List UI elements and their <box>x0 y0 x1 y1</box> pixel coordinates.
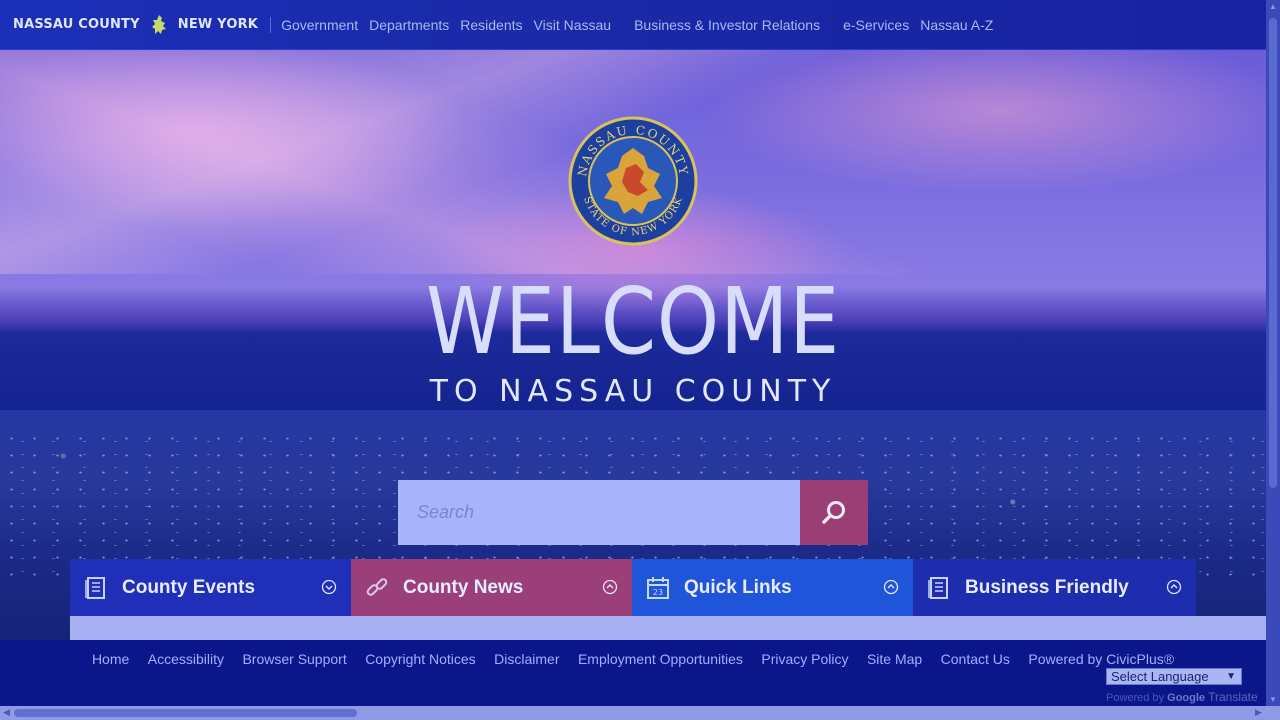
tile-label: County News <box>403 576 524 598</box>
google-logo-text: Google <box>1167 692 1206 704</box>
calendar-icon: 23 <box>646 576 670 600</box>
tile-county-events[interactable]: County Events <box>70 559 351 616</box>
county-seal-icon: NASSAU COUNTY STATE OF NEW YORK <box>568 116 698 246</box>
scrollbar-corner <box>1266 706 1280 720</box>
nav-business-investor-relations[interactable]: Business & Investor Relations <box>634 17 820 33</box>
footer-link-browser-support[interactable]: Browser Support <box>242 651 346 667</box>
language-select[interactable]: Select Language ▼ <box>1106 668 1242 685</box>
chevron-up-icon[interactable] <box>883 579 899 595</box>
nav-visit-nassau[interactable]: Visit Nassau <box>534 17 612 33</box>
footer-link-privacy-policy[interactable]: Privacy Policy <box>761 651 848 667</box>
google-translate-attribution: Powered by Google Translate <box>1106 690 1258 704</box>
site-header: NASSAU COUNTY NEW YORK Government Depart… <box>0 0 1266 50</box>
lion-logo-icon <box>148 14 170 36</box>
dropdown-arrow-icon: ▼ <box>1226 671 1236 682</box>
vertical-scroll-thumb[interactable] <box>1269 18 1277 488</box>
link-icon <box>365 576 389 600</box>
chevron-up-icon[interactable] <box>602 579 618 595</box>
header-divider <box>270 16 272 33</box>
site-footer: Home Accessibility Browser Support Copyr… <box>0 640 1266 706</box>
nav-government[interactable]: Government <box>281 17 358 33</box>
footer-link-copyright-notices[interactable]: Copyright Notices <box>365 651 476 667</box>
footer-link-employment-opportunities[interactable]: Employment Opportunities <box>578 651 743 667</box>
footer-link-disclaimer[interactable]: Disclaimer <box>494 651 559 667</box>
feature-tiles: County Events County News 23 Quick Links… <box>70 559 1266 616</box>
welcome-heading: WELCOME <box>425 268 841 375</box>
main-nav: Government Departments Residents Visit N… <box>281 0 1004 49</box>
tile-label: Quick Links <box>684 576 792 598</box>
scroll-down-arrow-icon[interactable]: ▼ <box>1269 695 1277 704</box>
vertical-scrollbar[interactable]: ▲ ▼ <box>1266 0 1280 706</box>
nav-departments[interactable]: Departments <box>369 17 449 33</box>
horizontal-scrollbar[interactable]: ◀ ▶ <box>0 706 1280 720</box>
scroll-right-arrow-icon[interactable]: ▶ <box>1255 707 1262 718</box>
footer-link-home[interactable]: Home <box>92 651 129 667</box>
footer-nav: Home Accessibility Browser Support Copyr… <box>0 651 1266 669</box>
brand-state-text: NEW YORK <box>177 17 259 32</box>
footer-link-civicplus[interactable]: Powered by CivicPlus® <box>1028 651 1174 667</box>
search-button[interactable] <box>800 480 868 545</box>
svg-text:23: 23 <box>653 588 663 597</box>
language-select-value: Select Language <box>1111 669 1209 684</box>
search-icon <box>822 500 845 524</box>
welcome-subheading: TO NASSAU COUNTY <box>429 374 837 409</box>
tile-business-friendly[interactable]: Business Friendly <box>913 559 1196 616</box>
document-icon <box>84 576 108 600</box>
scroll-left-arrow-icon[interactable]: ◀ <box>3 707 10 718</box>
hero-banner: NASSAU COUNTY STATE OF NEW YORK WELCOME … <box>0 50 1266 640</box>
horizontal-scroll-thumb[interactable] <box>14 709 357 717</box>
chevron-up-icon[interactable] <box>1166 579 1182 595</box>
site-brand[interactable]: NASSAU COUNTY NEW YORK <box>0 0 258 49</box>
tile-label: Business Friendly <box>965 576 1129 598</box>
translate-link[interactable]: Translate <box>1208 690 1258 704</box>
search-input[interactable] <box>398 480 800 545</box>
document-icon <box>927 576 951 600</box>
nav-nassau-a-z[interactable]: Nassau A-Z <box>920 17 993 33</box>
scroll-up-arrow-icon[interactable]: ▲ <box>1269 2 1277 11</box>
nav-residents[interactable]: Residents <box>460 17 522 33</box>
nav-e-services[interactable]: e-Services <box>843 17 909 33</box>
tile-content-strip <box>70 616 1266 640</box>
footer-link-site-map[interactable]: Site Map <box>867 651 922 667</box>
footer-link-accessibility[interactable]: Accessibility <box>148 651 224 667</box>
site-search <box>398 480 868 545</box>
tile-label: County Events <box>122 576 256 598</box>
powered-by-text: Powered by <box>1106 692 1165 704</box>
brand-county-text: NASSAU COUNTY <box>13 17 140 32</box>
footer-link-contact-us[interactable]: Contact Us <box>941 651 1010 667</box>
chevron-down-icon[interactable] <box>321 579 337 595</box>
tile-county-news[interactable]: County News <box>351 559 632 616</box>
tile-quick-links[interactable]: 23 Quick Links <box>632 559 913 616</box>
